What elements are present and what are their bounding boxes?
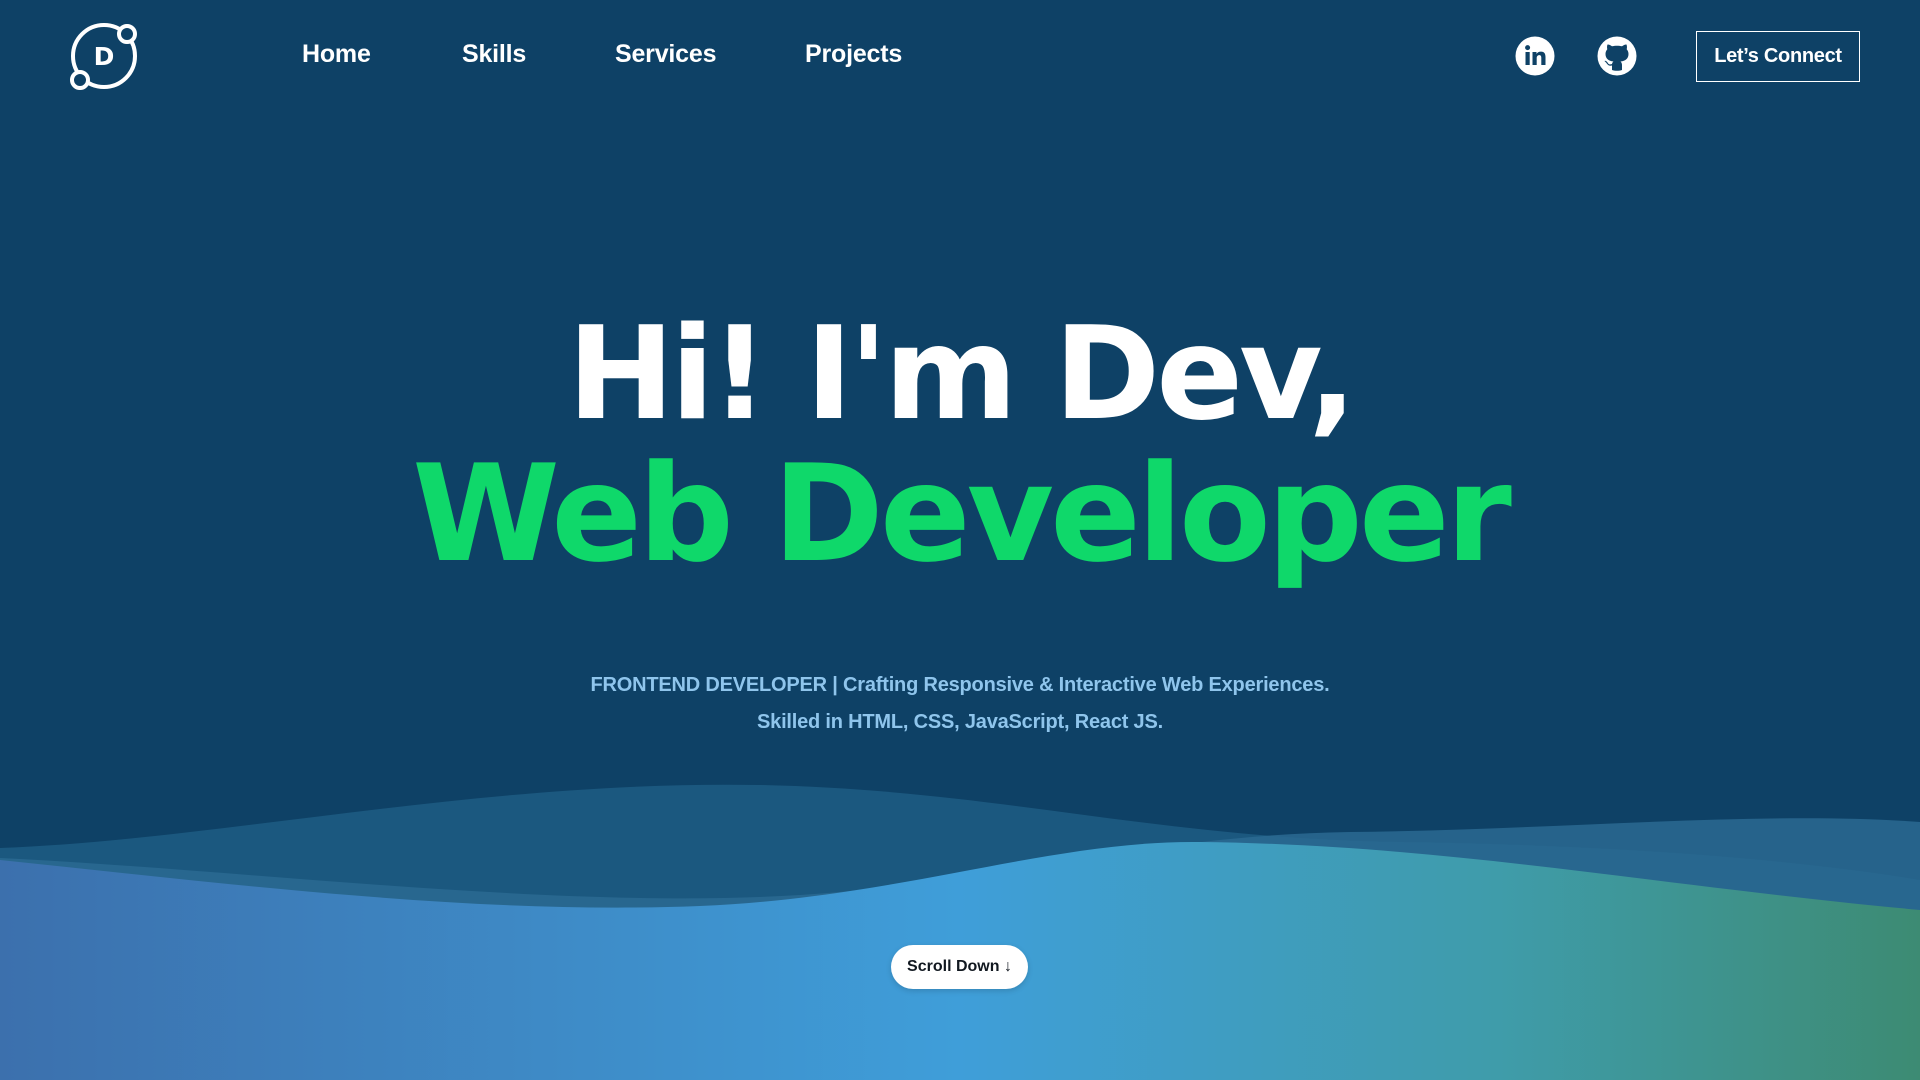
logo-letter: D — [94, 42, 115, 71]
nav-link-services[interactable]: Services — [615, 40, 716, 69]
scroll-down-button[interactable]: Scroll Down ↓ — [891, 945, 1028, 989]
hero-role: Web Developer — [412, 436, 1512, 592]
nav-link-skills[interactable]: Skills — [462, 40, 526, 69]
lets-connect-button[interactable]: Let’s Connect — [1696, 31, 1860, 82]
wave-background — [0, 770, 1920, 1080]
hero-tagline-line1: FRONTEND DEVELOPER | Crafting Responsive… — [590, 674, 1330, 696]
hero-greeting: Hi! I'm Dev, — [567, 300, 1356, 449]
logo[interactable]: D — [68, 20, 142, 94]
hero-tagline-line2: Skilled in HTML, CSS, JavaScript, React … — [757, 711, 1163, 733]
logo-icon: D — [70, 23, 137, 90]
landing-page: D Home Skills Services Projects Let’s Co… — [0, 0, 1920, 1080]
nav-link-home[interactable]: Home — [302, 40, 371, 69]
nav-link-projects[interactable]: Projects — [805, 40, 902, 69]
github-icon[interactable] — [1597, 36, 1637, 76]
linkedin-icon[interactable] — [1515, 36, 1555, 76]
navbar: D Home Skills Services Projects Let’s Co… — [0, 0, 1920, 112]
